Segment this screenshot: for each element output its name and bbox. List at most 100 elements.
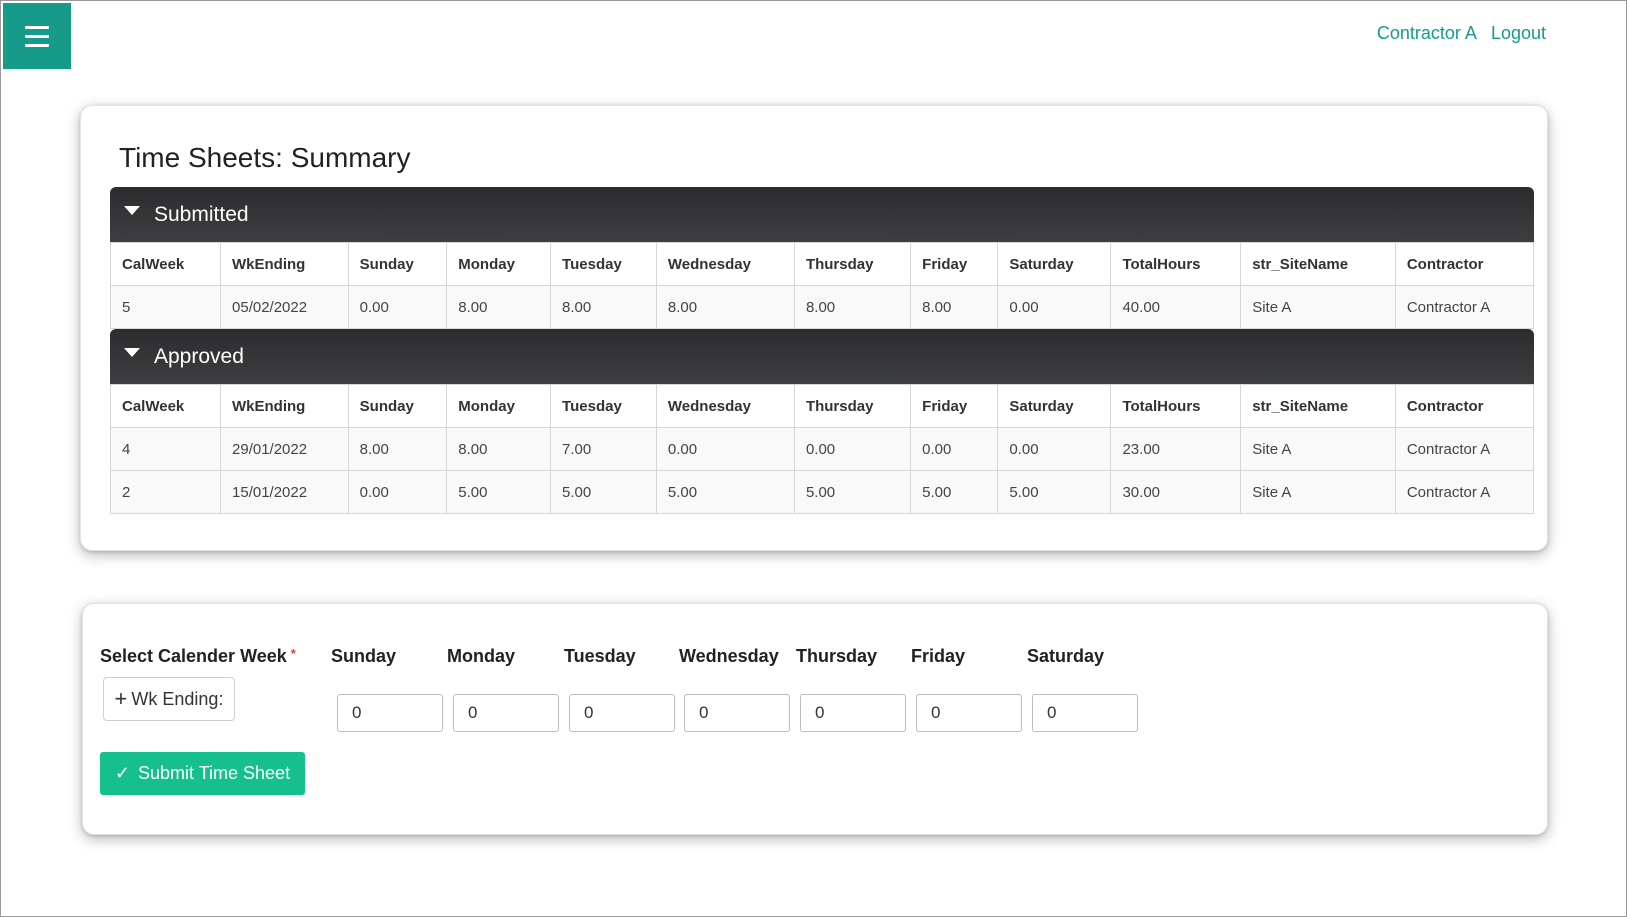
cell-friday: 0.00 bbox=[910, 427, 999, 471]
table-header-row: CalWeek WkEnding Sunday Monday Tuesday Wednes… bbox=[109, 384, 1535, 428]
cell-monday: 5.00 bbox=[446, 470, 552, 514]
cell-wkending: 29/01/2022 bbox=[220, 427, 349, 471]
column-header-thursday[interactable]: Thursday bbox=[793, 384, 912, 428]
summary-card: Time Sheets: Summary Submitted CalWeek Wk… bbox=[80, 105, 1548, 551]
submitted-section-header[interactable]: Submitted bbox=[110, 187, 1534, 242]
cell-monday: 8.00 bbox=[446, 285, 552, 329]
column-header-sunday[interactable]: Sunday bbox=[347, 384, 448, 428]
column-header-saturday[interactable]: Saturday bbox=[997, 242, 1112, 286]
submit-timesheet-button[interactable]: ✓ Submit Time Sheet bbox=[100, 752, 305, 795]
hamburger-icon bbox=[25, 26, 49, 47]
cell-contractor: Contractor A bbox=[1394, 427, 1535, 471]
cell-saturday: 0.00 bbox=[997, 427, 1112, 471]
column-header-contractor[interactable]: Contractor bbox=[1394, 384, 1535, 428]
wk-ending-button[interactable]: + Wk Ending: bbox=[103, 677, 235, 721]
entry-card: Select Calender Week * + Wk Ending: ✓ Sub… bbox=[82, 603, 1548, 835]
plus-icon: + bbox=[114, 686, 128, 711]
required-mark: * bbox=[290, 646, 296, 661]
cell-wkending: 05/02/2022 bbox=[220, 285, 349, 329]
table-row[interactable]: 5 05/02/2022 0.00 8.00 8.00 8.00 8.00 8.00 0.00 4… bbox=[109, 285, 1535, 329]
column-header-sunday[interactable]: Sunday bbox=[347, 242, 448, 286]
cell-calweek: 4 bbox=[109, 427, 222, 471]
day-label-wednesday: Wednesday bbox=[679, 646, 779, 666]
cell-saturday: 0.00 bbox=[997, 285, 1112, 329]
hours-input-monday[interactable] bbox=[453, 694, 559, 732]
column-header-thursday[interactable]: Thursday bbox=[793, 242, 912, 286]
table-row[interactable]: 4 29/01/2022 8.00 8.00 7.00 0.00 0.00 0.00 0.00 2… bbox=[109, 427, 1535, 471]
cell-str-sitename: Site A bbox=[1240, 285, 1396, 329]
cell-wednesday: 5.00 bbox=[655, 470, 795, 514]
column-header-monday[interactable]: Monday bbox=[446, 384, 552, 428]
approved-table: CalWeek WkEnding Sunday Monday Tuesday Wednes… bbox=[109, 384, 1535, 514]
cell-totalhours: 23.00 bbox=[1110, 427, 1242, 471]
cell-tuesday: 7.00 bbox=[550, 427, 657, 471]
day-label-thursday: Thursday bbox=[796, 646, 878, 666]
column-header-contractor[interactable]: Contractor bbox=[1394, 242, 1535, 286]
cell-contractor: Contractor A bbox=[1394, 470, 1535, 514]
cell-thursday: 8.00 bbox=[793, 285, 912, 329]
column-header-str-sitename[interactable]: str_SiteName bbox=[1240, 242, 1396, 286]
hours-input-saturday[interactable] bbox=[1032, 694, 1138, 732]
column-header-friday[interactable]: Friday bbox=[910, 384, 999, 428]
menu-button[interactable] bbox=[3, 3, 71, 69]
cell-wkending: 15/01/2022 bbox=[220, 470, 349, 514]
cell-monday: 8.00 bbox=[446, 427, 552, 471]
cell-calweek: 5 bbox=[109, 285, 222, 329]
logout-link[interactable]: Logout bbox=[1491, 23, 1546, 43]
cell-sunday: 8.00 bbox=[347, 427, 448, 471]
column-header-calweek[interactable]: CalWeek bbox=[109, 242, 222, 286]
day-label-saturday: Saturday bbox=[1027, 646, 1105, 666]
column-header-calweek[interactable]: CalWeek bbox=[109, 384, 222, 428]
column-header-wkending[interactable]: WkEnding bbox=[220, 384, 349, 428]
column-header-wkending[interactable]: WkEnding bbox=[220, 242, 349, 286]
column-header-totalhours[interactable]: TotalHours bbox=[1110, 384, 1242, 428]
caret-down-icon bbox=[124, 206, 140, 215]
hours-input-sunday[interactable] bbox=[337, 694, 443, 732]
cell-str-sitename: Site A bbox=[1240, 427, 1396, 471]
day-label-monday: Monday bbox=[447, 646, 516, 666]
cell-friday: 8.00 bbox=[910, 285, 999, 329]
cell-friday: 5.00 bbox=[910, 470, 999, 514]
column-header-str-sitename[interactable]: str_SiteName bbox=[1240, 384, 1396, 428]
column-header-friday[interactable]: Friday bbox=[910, 242, 999, 286]
hours-input-thursday[interactable] bbox=[800, 694, 906, 732]
app-window: Contractor A Logout Time Sheets: Summary… bbox=[0, 0, 1627, 917]
cell-calweek: 2 bbox=[109, 470, 222, 514]
table-header-row: CalWeek WkEnding Sunday Monday Tuesday Wednes… bbox=[109, 242, 1535, 286]
day-label-friday: Friday bbox=[911, 646, 966, 666]
column-header-saturday[interactable]: Saturday bbox=[997, 384, 1112, 428]
hours-input-friday[interactable] bbox=[916, 694, 1022, 732]
cell-wednesday: 8.00 bbox=[655, 285, 795, 329]
day-label-sunday: Sunday bbox=[331, 646, 397, 666]
day-label-tuesday: Tuesday bbox=[564, 646, 636, 666]
hours-input-wednesday[interactable] bbox=[684, 694, 790, 732]
approved-section-label: Approved bbox=[154, 344, 244, 368]
select-week-label: Select Calender Week * bbox=[100, 646, 296, 667]
column-header-tuesday[interactable]: Tuesday bbox=[550, 384, 657, 428]
column-header-tuesday[interactable]: Tuesday bbox=[550, 242, 657, 286]
user-link[interactable]: Contractor A bbox=[1377, 23, 1476, 43]
approved-section-header[interactable]: Approved bbox=[110, 329, 1534, 384]
select-week-label-text: Select Calender Week bbox=[100, 646, 287, 666]
wk-ending-label: Wk Ending: bbox=[131, 688, 224, 709]
column-header-wednesday[interactable]: Wednesday bbox=[655, 384, 795, 428]
table-row[interactable]: 2 15/01/2022 0.00 5.00 5.00 5.00 5.00 5.00 5.00 3… bbox=[109, 470, 1535, 514]
cell-str-sitename: Site A bbox=[1240, 470, 1396, 514]
column-header-totalhours[interactable]: TotalHours bbox=[1110, 242, 1242, 286]
cell-tuesday: 8.00 bbox=[550, 285, 657, 329]
submitted-section-label: Submitted bbox=[154, 202, 249, 226]
cell-saturday: 5.00 bbox=[997, 470, 1112, 514]
cell-tuesday: 5.00 bbox=[550, 470, 657, 514]
cell-sunday: 0.00 bbox=[347, 470, 448, 514]
submitted-table: CalWeek WkEnding Sunday Monday Tuesday Wednes… bbox=[109, 242, 1535, 329]
page-title: Time Sheets: Summary bbox=[119, 142, 411, 173]
cell-contractor: Contractor A bbox=[1394, 285, 1535, 329]
hours-input-tuesday[interactable] bbox=[569, 694, 675, 732]
cell-thursday: 0.00 bbox=[793, 427, 912, 471]
cell-thursday: 5.00 bbox=[793, 470, 912, 514]
cell-totalhours: 40.00 bbox=[1110, 285, 1242, 329]
check-icon: ✓ bbox=[114, 763, 130, 783]
column-header-monday[interactable]: Monday bbox=[446, 242, 552, 286]
cell-wednesday: 0.00 bbox=[655, 427, 795, 471]
column-header-wednesday[interactable]: Wednesday bbox=[655, 242, 795, 286]
